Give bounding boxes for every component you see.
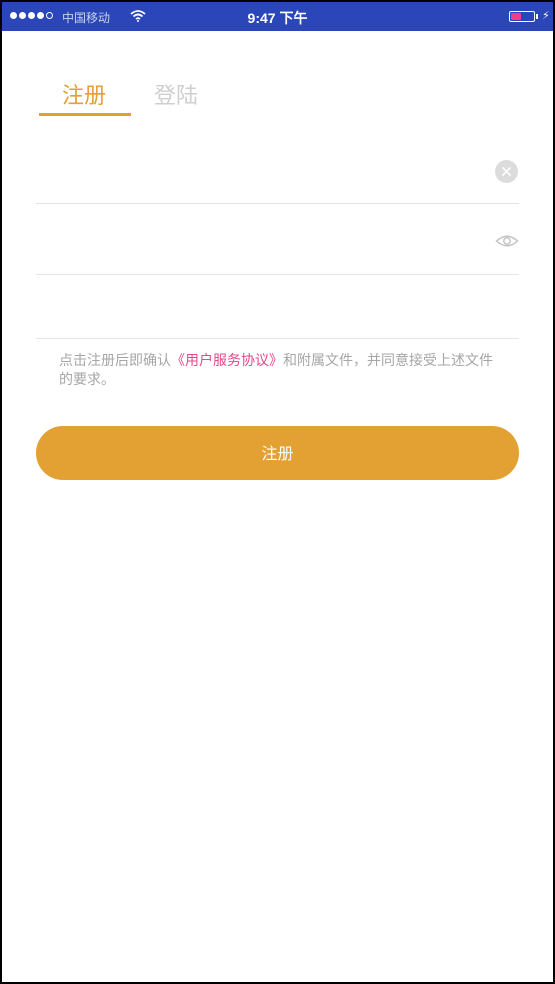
code-field <box>36 275 519 339</box>
register-button[interactable]: 注册 <box>36 426 519 480</box>
phone-field <box>36 138 519 204</box>
password-input[interactable] <box>36 204 476 274</box>
user-agreement-link[interactable]: 《用户服务协议》 <box>171 353 283 369</box>
tab-login[interactable]: 登陆 <box>154 78 198 110</box>
clear-icon[interactable] <box>495 160 518 183</box>
charging-icon: ⚡ <box>542 9 550 22</box>
phone-input[interactable] <box>36 138 476 203</box>
eye-icon[interactable] <box>495 231 519 251</box>
agreement-prefix: 点击注册后即确认 <box>59 353 171 369</box>
status-time: 9:47 下午 <box>247 10 308 26</box>
tab-register[interactable]: 注册 <box>62 78 106 110</box>
active-tab-indicator <box>39 113 131 116</box>
battery-cap <box>536 14 538 19</box>
agreement-text: 点击注册后即确认《用户服务协议》和附属文件，并同意接受上述文件的要求。 <box>59 352 499 390</box>
battery-icon <box>509 11 535 22</box>
password-field <box>36 204 519 275</box>
status-bar: 中国移动 9:47 下午 ⚡ <box>2 2 553 31</box>
code-input[interactable] <box>36 275 476 338</box>
